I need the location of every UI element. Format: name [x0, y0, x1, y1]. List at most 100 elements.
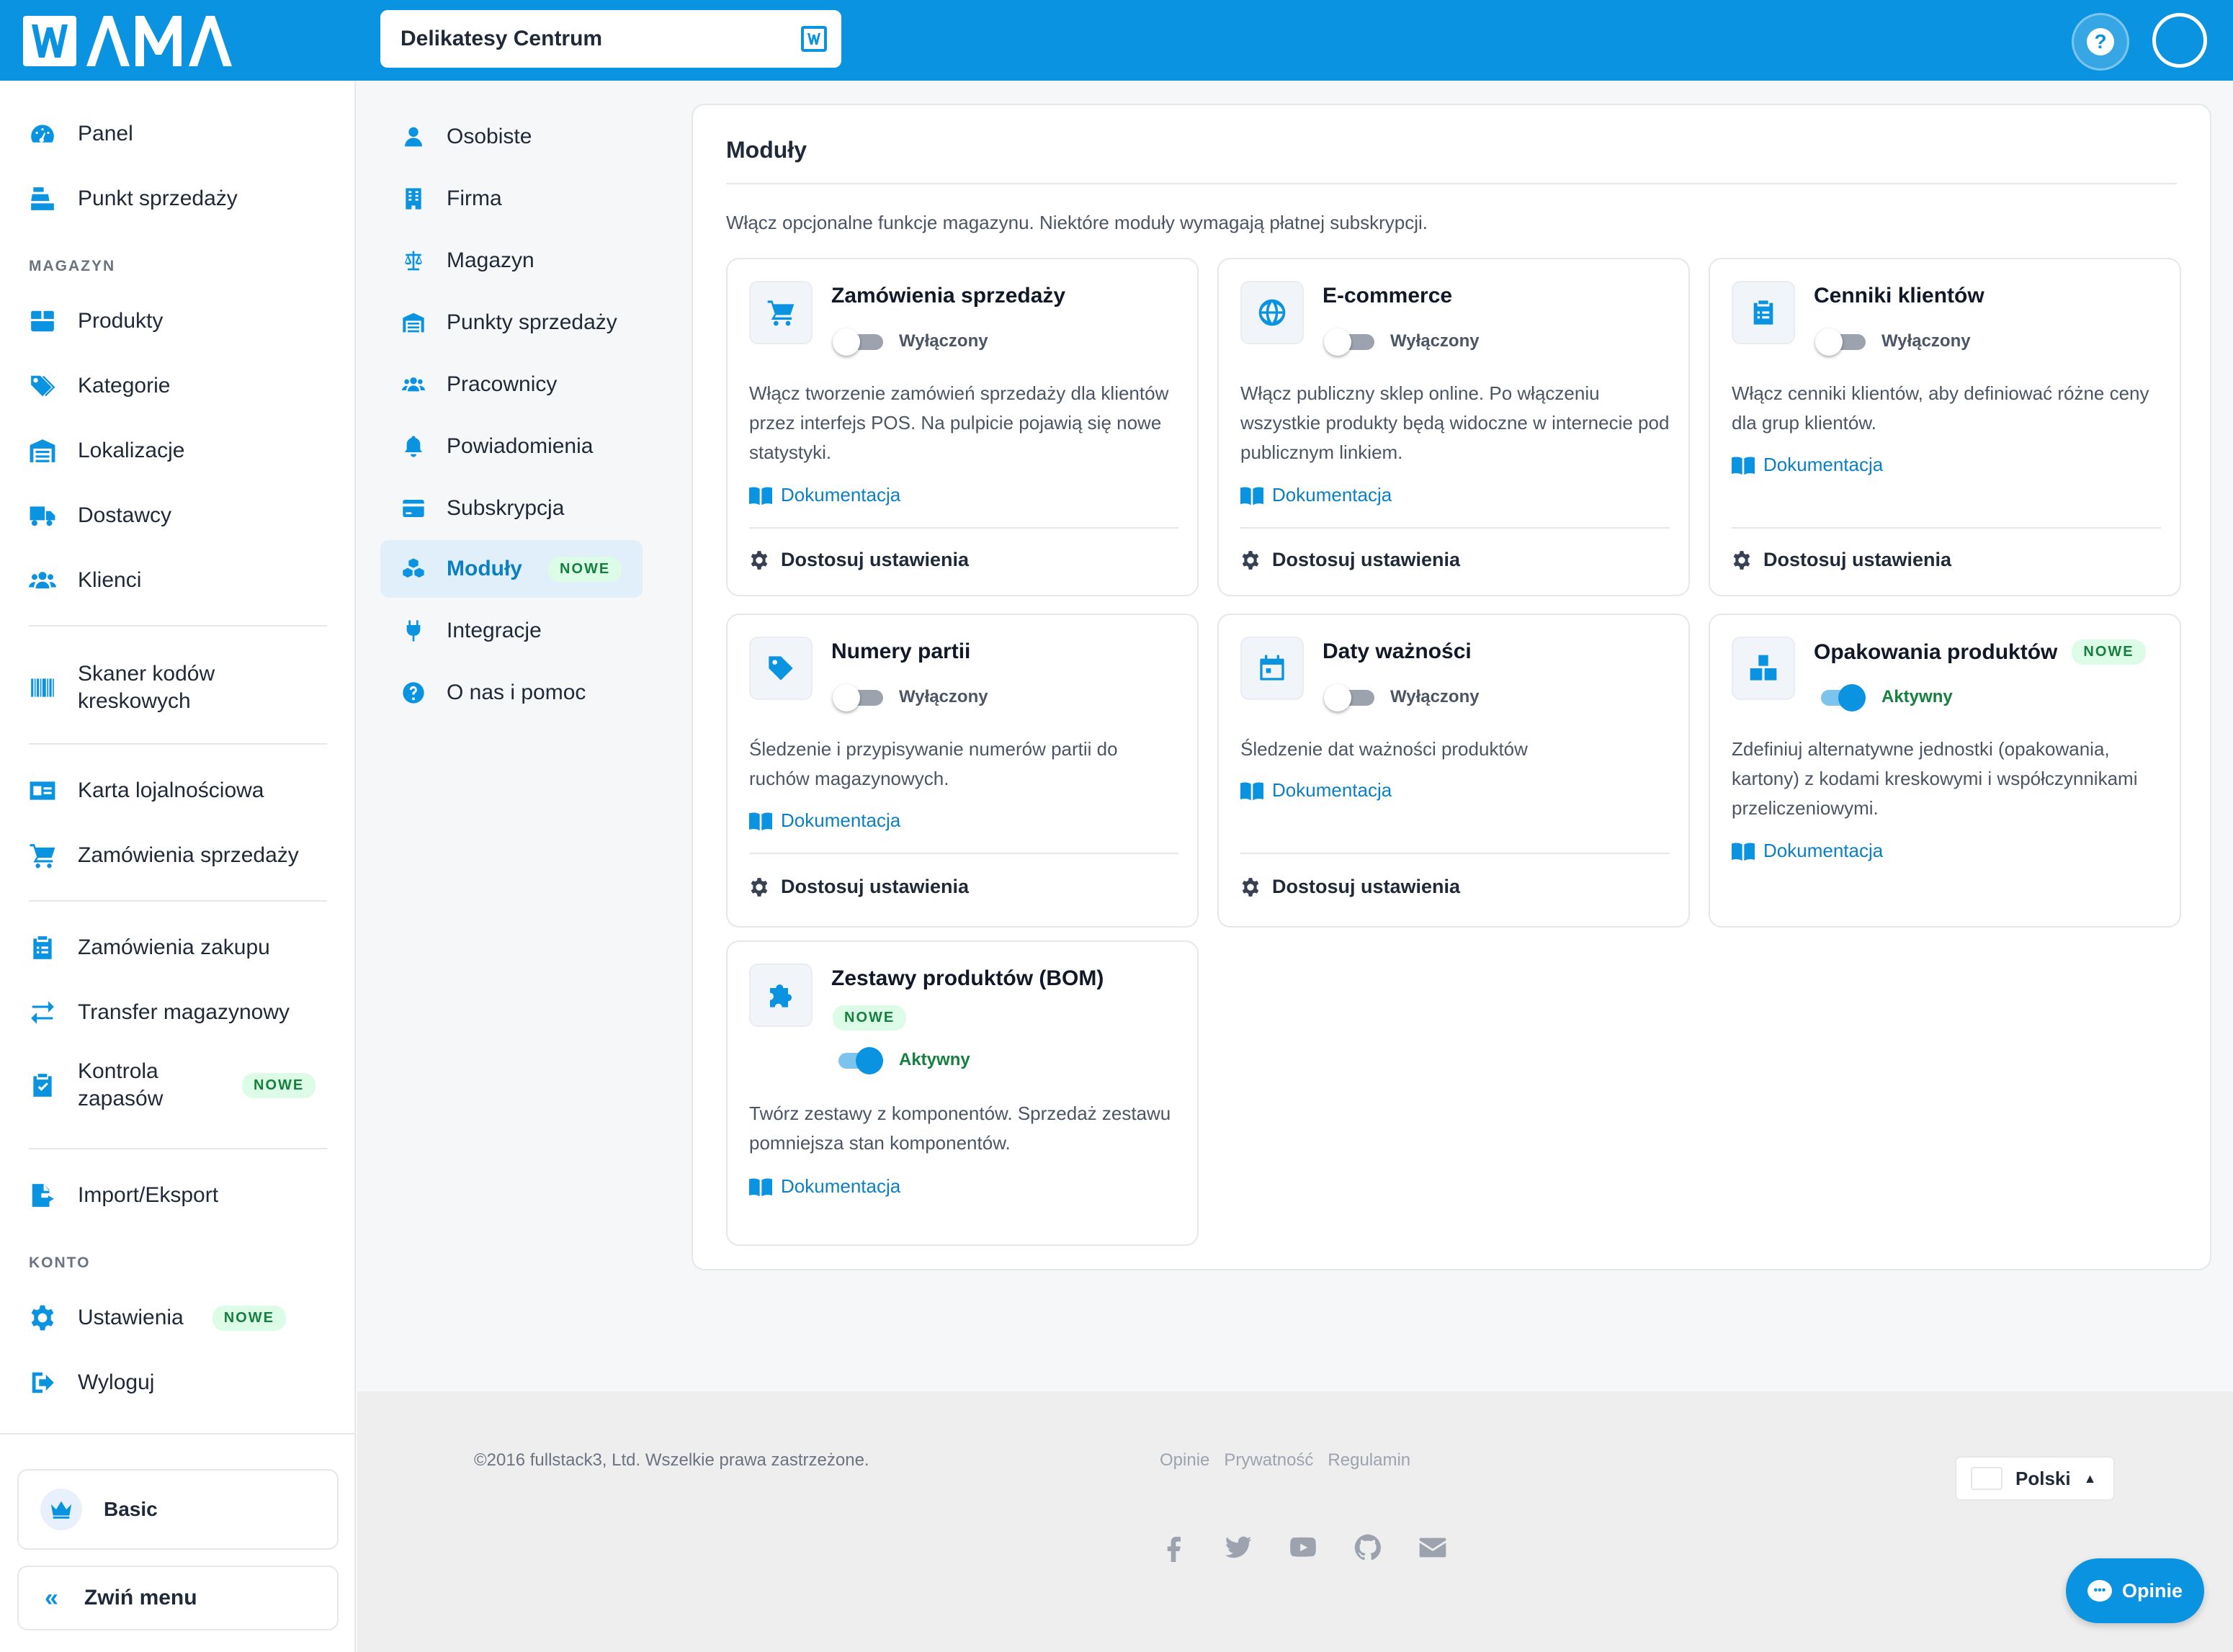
settings-nav-personal[interactable]: Osobiste [380, 108, 643, 166]
page-title: Moduły [726, 137, 807, 163]
sidebar-item-categories[interactable]: Kategorie [29, 364, 170, 408]
subscription-plan[interactable]: Basic [17, 1469, 339, 1550]
documentation-link[interactable]: Dokumentacja [749, 484, 900, 506]
settings-nav-employees[interactable]: Pracownicy [380, 356, 643, 413]
sidebar-item-import-export[interactable]: Import/Eksport [29, 1174, 218, 1217]
module-toggle[interactable]: Aktywny [833, 1046, 970, 1074]
module-toggle[interactable]: Wyłączony [833, 327, 988, 356]
configure-label: Dostosuj ustawienia [1272, 876, 1461, 897]
settings-nav-subscription[interactable]: Subskrypcja [380, 480, 643, 537]
sidebar-item-pos[interactable]: Punkt sprzedaży [29, 177, 238, 220]
sidebar-item-panel[interactable]: Panel [29, 112, 133, 156]
sidebar-item-purchase-orders[interactable]: Zamówienia zakupu [29, 926, 270, 969]
module-status: Wyłączony [1881, 331, 1971, 351]
footer-link-opinions[interactable]: Opinie [1160, 1450, 1209, 1471]
toggle-switch[interactable] [833, 1046, 883, 1074]
documentation-link[interactable]: Dokumentacja [749, 1175, 900, 1198]
module-title: Daty ważności [1323, 639, 1472, 664]
language-label: Polski [2015, 1467, 2071, 1489]
truck-icon [29, 501, 78, 530]
gear-icon [751, 877, 768, 897]
settings-nav-modules[interactable]: Moduły NOWE [380, 540, 643, 598]
module-title-text: Daty ważności [1323, 639, 1472, 663]
gauge-icon [29, 120, 78, 148]
sidebar-item-stock-control[interactable]: Kontrola zapasów NOWE [29, 1053, 316, 1118]
avatar[interactable] [2152, 13, 2207, 68]
configure-settings-button[interactable]: Dostosuj ustawienia [749, 876, 969, 898]
feedback-button[interactable]: ••• Opinie [2066, 1558, 2204, 1623]
sidebar-item-settings[interactable]: Ustawienia NOWE [29, 1296, 286, 1339]
module-description: Śledzenie dat ważności produktów [1240, 738, 1528, 760]
footer: ©2016 fullstack3, Ltd. Wszelkie prawa za… [357, 1391, 2233, 1652]
sidebar-item-barcode-scanner[interactable]: Skaner kodów kreskowych [29, 657, 236, 719]
app-logo[interactable] [22, 12, 252, 71]
documentation-link[interactable]: Dokumentacja [1240, 484, 1392, 506]
toggle-switch[interactable] [833, 327, 883, 356]
settings-nav-points-of-sale[interactable]: Punkty sprzedaży [380, 294, 643, 351]
sidebar-item-logout[interactable]: Wyloguj [29, 1361, 154, 1404]
footer-link-privacy[interactable]: Prywatność [1224, 1450, 1313, 1471]
sidebar-item-label: Karta lojalnościowa [78, 778, 264, 802]
footer-link-terms[interactable]: Regulamin [1328, 1450, 1410, 1471]
shop-selector[interactable]: Delikatesy Centrum [380, 10, 841, 68]
module-title: Numery partii [831, 639, 970, 664]
configure-settings-button[interactable]: Dostosuj ustawienia [1732, 549, 1951, 571]
sidebar-item-suppliers[interactable]: Dostawcy [29, 494, 171, 537]
toggle-switch[interactable] [1324, 327, 1374, 356]
sidebar-item-label: Skaner kodów kreskowych [78, 662, 215, 713]
facebook-icon[interactable] [1157, 1531, 1190, 1564]
settings-nav-notifications[interactable]: Powiadomienia [380, 418, 643, 475]
calendar-icon [1240, 637, 1304, 700]
module-toggle[interactable]: Wyłączony [1324, 327, 1480, 356]
help-button[interactable]: ? [2072, 13, 2129, 71]
sidebar-item-products[interactable]: Produkty [29, 300, 163, 343]
module-toggle[interactable]: Wyłączony [1815, 327, 1971, 356]
toggle-switch[interactable] [1324, 683, 1374, 711]
documentation-link[interactable]: Dokumentacja [749, 809, 900, 832]
toggle-switch[interactable] [1815, 683, 1866, 711]
settings-nav-company[interactable]: Firma [380, 170, 643, 228]
documentation-label: Dokumentacja [781, 484, 901, 506]
sidebar-item-stock-transfer[interactable]: Transfer magazynowy [29, 991, 290, 1034]
divider [749, 853, 1178, 854]
settings-nav-label: Subskrypcja [447, 496, 565, 520]
settings-nav-label: Moduły [447, 557, 522, 580]
gear-icon [751, 550, 768, 570]
github-icon[interactable] [1351, 1531, 1384, 1564]
feedback-label: Opinie [2121, 1579, 2183, 1602]
language-selector[interactable]: Polski ▲ [1955, 1456, 2115, 1501]
copyright: ©2016 fullstack3, Ltd. Wszelkie prawa za… [474, 1450, 869, 1470]
settings-nav-about-help[interactable]: O nas i pomoc [380, 664, 643, 722]
sidebar-item-sales-orders[interactable]: Zamówienia sprzedaży [29, 834, 299, 877]
settings-nav-label: Powiadomienia [447, 434, 594, 458]
toggle-switch[interactable] [1815, 327, 1866, 356]
twitter-icon[interactable] [1222, 1531, 1255, 1564]
documentation-link[interactable]: Dokumentacja [1732, 454, 1883, 476]
toggle-switch[interactable] [833, 683, 883, 711]
configure-settings-button[interactable]: Dostosuj ustawienia [1240, 549, 1460, 571]
module-title-text: E-commerce [1323, 284, 1453, 307]
module-toggle[interactable]: Wyłączony [833, 683, 988, 711]
documentation-link[interactable]: Dokumentacja [1240, 779, 1392, 802]
sidebar-item-label: Dostawcy [78, 503, 172, 527]
sidebar-item-loyalty-card[interactable]: Karta lojalnościowa [29, 769, 264, 812]
collapse-menu-button[interactable]: « Zwiń menu [17, 1566, 339, 1630]
module-toggle[interactable]: Wyłączony [1324, 683, 1480, 711]
settings-nav-integrations[interactable]: Integracje [380, 602, 643, 660]
configure-settings-button[interactable]: Dostosuj ustawienia [749, 549, 969, 571]
youtube-icon[interactable] [1286, 1531, 1320, 1564]
divider [1240, 853, 1670, 854]
envelope-icon[interactable] [1416, 1531, 1449, 1564]
divider [726, 183, 2177, 184]
sidebar-item-customers[interactable]: Klienci [29, 559, 141, 602]
sidebar-item-label: Ustawienia [78, 1306, 184, 1329]
sidebar-item-label: Kontrola zapasów [78, 1059, 164, 1110]
new-badge: NOWE [833, 1005, 907, 1031]
sidebar-divider [29, 900, 327, 902]
settings-nav-warehouse[interactable]: Magazyn [380, 232, 643, 289]
module-toggle[interactable]: Aktywny [1815, 683, 1953, 711]
configure-settings-button[interactable]: Dostosuj ustawienia [1240, 876, 1460, 898]
documentation-link[interactable]: Dokumentacja [1732, 840, 1883, 862]
chevrons-left-icon: « [45, 1584, 58, 1612]
sidebar-item-locations[interactable]: Lokalizacje [29, 429, 184, 472]
